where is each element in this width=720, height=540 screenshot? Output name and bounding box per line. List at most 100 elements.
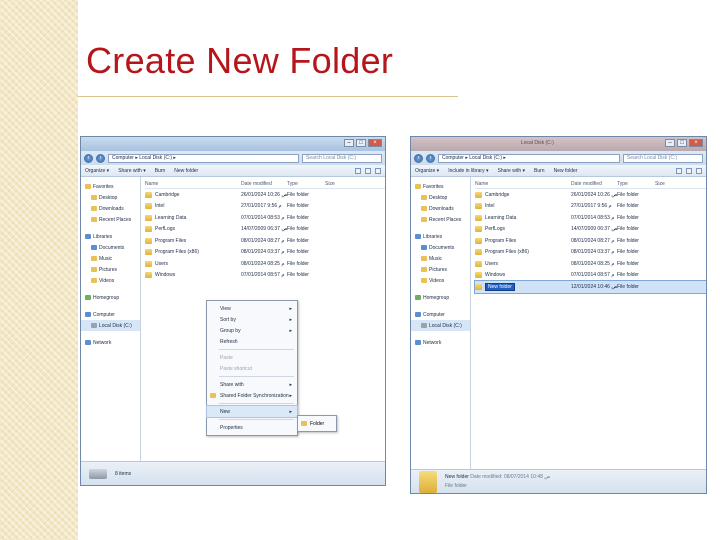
submenu-item-folder[interactable]: Folder bbox=[298, 418, 336, 429]
nav-item-homegroup[interactable]: Homegroup bbox=[81, 292, 140, 303]
view-options-icon[interactable] bbox=[355, 167, 361, 174]
nav-item-pictures[interactable]: Pictures bbox=[411, 264, 470, 275]
nav-item-documents[interactable]: Documents bbox=[81, 242, 140, 253]
address-bar[interactable]: Computer ▸ Local Disk (C:) ▸ bbox=[108, 153, 299, 163]
file-name: Program Files (x86) bbox=[485, 249, 529, 256]
nav-item-favorites[interactable]: Favorites bbox=[81, 181, 140, 192]
back-arrow-icon[interactable]: ‹ bbox=[84, 153, 93, 163]
menu-item-properties[interactable]: Properties bbox=[207, 422, 297, 433]
column-date-modified[interactable]: Date modified bbox=[241, 181, 287, 187]
homegroup-icon bbox=[415, 295, 421, 300]
close-button[interactable]: × bbox=[368, 139, 382, 147]
nav-item-pictures[interactable]: Pictures bbox=[81, 264, 140, 275]
rename-input[interactable]: New folder bbox=[485, 282, 515, 291]
nav-item-homegroup[interactable]: Homegroup bbox=[411, 292, 470, 303]
maximize-button[interactable]: □ bbox=[356, 139, 366, 147]
window-titlebar[interactable]: Local Disk (C:) – □ × bbox=[411, 137, 706, 151]
file-row[interactable]: Intel 27/01/2017 9:56 م File folder bbox=[145, 201, 385, 213]
back-arrow-icon[interactable]: ‹ bbox=[414, 153, 423, 163]
command-1[interactable]: Share with ▾ bbox=[118, 168, 146, 174]
column-name[interactable]: Name bbox=[475, 181, 571, 187]
menu-item-shared-folder-synchronization[interactable]: Shared Folder Synchronization ▸ bbox=[207, 390, 297, 401]
file-row[interactable]: Program Files 08/01/2024 08:27 م File fold… bbox=[475, 235, 706, 247]
file-row[interactable]: PerfLogs 14/07/2009 06:37 ص File folder bbox=[145, 224, 385, 236]
view-options-icon[interactable] bbox=[676, 167, 682, 174]
file-name: Program Files (x86) bbox=[155, 249, 199, 256]
file-row[interactable]: Users 08/01/2024 08:25 م File folder bbox=[475, 258, 706, 270]
menu-item-sort-by[interactable]: Sort by ▸ bbox=[207, 314, 297, 325]
menu-item-view[interactable]: View ▸ bbox=[207, 303, 297, 314]
file-row[interactable]: Learning Data 07/01/2014 08:53 م File fold… bbox=[145, 212, 385, 224]
search-input[interactable]: Search Local Disk (C:) bbox=[623, 153, 703, 163]
command-2[interactable]: Share with ▾ bbox=[498, 168, 526, 174]
file-row[interactable]: Program Files 08/01/2024 08:27 م File fold… bbox=[145, 235, 385, 247]
window-titlebar[interactable]: – □ × bbox=[81, 137, 385, 151]
command-1[interactable]: Include in library ▾ bbox=[448, 168, 488, 174]
column-type[interactable]: Type bbox=[617, 181, 655, 187]
help-icon[interactable] bbox=[696, 167, 702, 174]
nav-item-documents[interactable]: Documents bbox=[411, 242, 470, 253]
nav-item-computer[interactable]: Computer bbox=[81, 309, 140, 320]
command-4[interactable]: New folder bbox=[554, 168, 578, 174]
preview-pane-icon[interactable] bbox=[365, 167, 371, 174]
column-size[interactable]: Size bbox=[325, 181, 345, 187]
command-0[interactable]: Organize ▾ bbox=[85, 168, 109, 174]
column-name[interactable]: Name bbox=[145, 181, 241, 187]
minimize-button[interactable]: – bbox=[344, 139, 354, 147]
column-size[interactable]: Size bbox=[655, 181, 675, 187]
file-row[interactable]: Intel 27/01/2017 9:56 م File folder bbox=[475, 201, 706, 213]
command-2[interactable]: Burn bbox=[155, 168, 166, 174]
nav-item-music[interactable]: Music bbox=[81, 253, 140, 264]
menu-item-new[interactable]: New ▸ bbox=[206, 405, 298, 418]
nav-item-network[interactable]: Network bbox=[411, 337, 470, 348]
downloads-icon bbox=[91, 206, 97, 211]
nav-item-videos[interactable]: Videos bbox=[81, 275, 140, 286]
forward-arrow-icon[interactable]: › bbox=[426, 153, 435, 163]
command-3[interactable]: New folder bbox=[174, 168, 198, 174]
minimize-button[interactable]: – bbox=[665, 139, 675, 147]
column-date-modified[interactable]: Date modified bbox=[571, 181, 617, 187]
file-row[interactable]: Cambridge 26/01/2024 10:26 ص File folder bbox=[475, 189, 706, 201]
nav-item-downloads[interactable]: Downloads bbox=[411, 203, 470, 214]
command-0[interactable]: Organize ▾ bbox=[415, 168, 439, 174]
close-button[interactable]: × bbox=[689, 139, 703, 147]
nav-item-desktop[interactable]: Desktop bbox=[411, 192, 470, 203]
nav-item-local-disk-c[interactable]: Local Disk (C:) bbox=[411, 320, 470, 331]
file-name-cell: PerfLogs bbox=[475, 226, 571, 233]
column-type[interactable]: Type bbox=[287, 181, 325, 187]
command-3[interactable]: Burn bbox=[534, 168, 545, 174]
search-input[interactable]: Search Local Disk (C:) bbox=[302, 153, 382, 163]
file-row[interactable]: New folder 12/01/2024 10:46 ص File folder bbox=[474, 280, 706, 294]
preview-pane-icon[interactable] bbox=[686, 167, 692, 174]
help-icon[interactable] bbox=[375, 167, 381, 174]
nav-item-recent-places[interactable]: Recent Places bbox=[411, 214, 470, 225]
file-row[interactable]: Program Files (x86) 08/01/2024 03:37 م Fil… bbox=[475, 247, 706, 259]
file-row[interactable]: PerfLogs 14/07/2009 06:37 ص File folder bbox=[475, 224, 706, 236]
nav-item-local-disk-c[interactable]: Local Disk (C:) bbox=[81, 320, 140, 331]
file-row[interactable]: Program Files (x86) 08/01/2024 03:37 م Fil… bbox=[145, 247, 385, 259]
nav-item-computer[interactable]: Computer bbox=[411, 309, 470, 320]
menu-item-share-with[interactable]: Share with ▸ bbox=[207, 379, 297, 390]
file-row[interactable]: Learning Data 07/01/2014 08:53 م File fold… bbox=[475, 212, 706, 224]
nav-item-libraries[interactable]: Libraries bbox=[411, 231, 470, 242]
menu-item-group-by[interactable]: Group by ▸ bbox=[207, 325, 297, 336]
nav-item-videos[interactable]: Videos bbox=[411, 275, 470, 286]
nav-item-libraries[interactable]: Libraries bbox=[81, 231, 140, 242]
nav-item-network[interactable]: Network bbox=[81, 337, 140, 348]
nav-item-recent-places[interactable]: Recent Places bbox=[81, 214, 140, 225]
forward-arrow-icon[interactable]: › bbox=[96, 153, 105, 163]
nav-item-downloads[interactable]: Downloads bbox=[81, 203, 140, 214]
file-row[interactable]: Windows 07/01/2014 08:57 م File folder bbox=[475, 270, 706, 282]
file-name-cell: Windows bbox=[145, 272, 241, 279]
maximize-button[interactable]: □ bbox=[677, 139, 687, 147]
address-bar[interactable]: Computer ▸ Local Disk (C:) ▸ bbox=[438, 153, 620, 163]
nav-item-desktop[interactable]: Desktop bbox=[81, 192, 140, 203]
file-row[interactable]: Windows 07/01/2014 08:57 م File folder bbox=[145, 270, 385, 282]
menu-item-refresh[interactable]: Refresh bbox=[207, 336, 297, 347]
nav-item-label: Music bbox=[429, 255, 443, 262]
nav-item-music[interactable]: Music bbox=[411, 253, 470, 264]
file-row[interactable]: Users 08/01/2024 08:25 م File folder bbox=[145, 258, 385, 270]
folder-icon bbox=[475, 272, 482, 279]
nav-item-favorites[interactable]: Favorites bbox=[411, 181, 470, 192]
file-row[interactable]: Cambridge 26/01/2024 10:26 ص File folder bbox=[145, 189, 385, 201]
